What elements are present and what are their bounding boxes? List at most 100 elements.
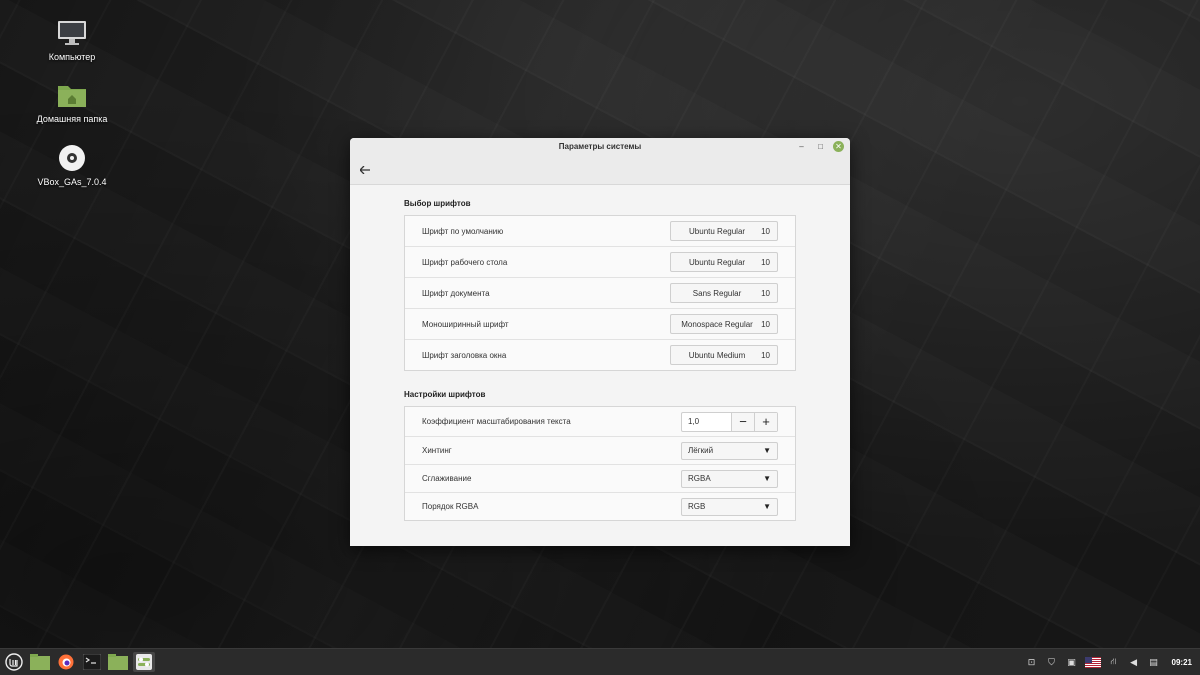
rgba-order-dropdown[interactable]: RGB ▼ [681,497,778,516]
row-label: Шрифт заголовка окна [422,350,507,360]
us-flag-icon [1084,656,1101,668]
desktop-icon-home-folder[interactable]: Домашняя папка [27,80,117,124]
desktop-icon-label: Компьютер [48,52,96,62]
back-button[interactable] [358,163,372,177]
tray-clipboard[interactable]: ▤ [1146,654,1162,670]
hinting-dropdown[interactable]: Лёгкий ▼ [681,441,778,460]
taskbar-firefox[interactable] [55,652,77,672]
settings-icon [136,654,152,670]
font-row-monospace: Моноширинный шрифт Monospace Regular 10 [405,309,795,340]
dropdown-value: RGBA [688,474,711,483]
row-label: Шрифт рабочего стола [422,257,508,267]
text-scale-row: Коэффициент масштабирования текста 1,0 −… [405,407,795,437]
font-size: 10 [761,350,770,360]
shield-icon: ⛉ [1048,656,1055,667]
font-name: Ubuntu Medium [688,350,746,360]
tray-shield[interactable]: ⛉ [1044,654,1060,670]
desktop-font-button[interactable]: Ubuntu Regular 10 [670,252,778,272]
tray-update[interactable]: ▣ [1064,654,1080,670]
row-label: Порядок RGBA [422,502,479,511]
close-icon: ✕ [835,142,842,151]
section-title-font-selection: Выбор шрифтов [404,199,471,208]
font-name: Ubuntu Regular [689,257,746,267]
desktop-icon-label: Домашняя папка [36,114,108,124]
settings-content: Выбор шрифтов Шрифт по умолчанию Ubuntu … [350,185,850,521]
maximize-icon: □ [818,142,823,151]
tray-item-1[interactable]: ⊡ [1024,654,1040,670]
dropdown-arrow-icon: ▼ [763,446,771,455]
section-title-font-settings: Настройки шрифтов [404,390,486,399]
taskbar-terminal[interactable] [81,652,103,672]
font-row-default: Шрифт по умолчанию Ubuntu Regular 10 [405,216,795,247]
tray-network[interactable]: ⛙ [1106,654,1122,670]
desktop-icon-disc[interactable]: VBox_GAs_7.0.4 [27,143,117,187]
taskbar-show-desktop[interactable] [29,652,51,672]
window-headerbar [350,155,850,185]
dropdown-value: Лёгкий [688,446,714,455]
update-icon: ▣ [1067,656,1076,667]
disc-icon [57,143,87,173]
arrow-left-icon [360,166,370,174]
decrease-button[interactable]: − [731,412,754,431]
minimize-icon: ‒ [799,142,804,151]
font-name: Monospace Regular [681,319,753,329]
folder-icon [30,654,50,670]
font-settings-group: Коэффициент масштабирования текста 1,0 −… [404,406,796,521]
folder-icon [108,654,128,670]
row-label: Шрифт по умолчанию [422,226,504,236]
desktop-icon-label: VBox_GAs_7.0.4 [37,177,107,187]
clipboard-icon: ▤ [1149,656,1158,667]
antialiasing-dropdown[interactable]: RGBA ▼ [681,469,778,488]
window-titlebar[interactable]: Параметры системы ‒ □ ✕ [350,138,850,155]
row-label: Коэффициент масштабирования текста [422,417,571,426]
computer-icon [57,18,87,48]
rgba-order-row: Порядок RGBA RGB ▼ [405,493,795,520]
dropdown-value: RGB [688,502,706,511]
terminal-icon [83,654,101,670]
dropdown-arrow-icon: ▼ [763,502,771,511]
font-size: 10 [761,226,770,236]
window-title: Параметры системы [558,142,642,151]
hinting-row: Хинтинг Лёгкий ▼ [405,437,795,465]
home-folder-icon [57,80,87,110]
system-tray: ⊡ ⛉ ▣ ⛙ ◀ ▤ 09:21 [1024,649,1200,675]
text-scale-input[interactable]: 1,0 [682,413,731,431]
document-font-button[interactable]: Sans Regular 10 [670,283,778,303]
row-label: Хинтинг [422,446,452,455]
network-icon: ⛙ [1110,656,1117,666]
font-name: Ubuntu Regular [689,226,746,236]
taskbar-files[interactable] [107,652,129,672]
taskbar-system-settings[interactable] [133,652,155,672]
plus-icon: + [762,414,770,429]
minus-icon: − [739,414,747,429]
font-size: 10 [761,257,770,267]
row-label: Шрифт документа [422,288,490,298]
maximize-button[interactable]: □ [815,141,826,152]
font-row-document: Шрифт документа Sans Regular 10 [405,278,795,309]
close-button[interactable]: ✕ [833,141,844,152]
font-selection-group: Шрифт по умолчанию Ubuntu Regular 10 Шри… [404,215,796,371]
font-row-window-title: Шрифт заголовка окна Ubuntu Medium 10 [405,340,795,370]
minimize-button[interactable]: ‒ [796,141,807,152]
info-icon: ⊡ [1027,656,1036,667]
antialiasing-row: Сглаживание RGBA ▼ [405,465,795,493]
tray-volume[interactable]: ◀ [1126,654,1142,670]
window-title-font-button[interactable]: Ubuntu Medium 10 [670,345,778,365]
system-settings-window: Параметры системы ‒ □ ✕ Выбор шрифтов Шр… [350,138,850,546]
firefox-icon [58,654,74,670]
tray-keyboard-layout[interactable] [1084,654,1102,670]
default-font-button[interactable]: Ubuntu Regular 10 [670,221,778,241]
mint-logo-icon [5,653,23,671]
desktop-icon-computer[interactable]: Компьютер [27,18,117,62]
clock[interactable]: 09:21 [1172,658,1192,667]
font-row-desktop: Шрифт рабочего стола Ubuntu Regular 10 [405,247,795,278]
row-label: Моноширинный шрифт [422,319,509,329]
dropdown-arrow-icon: ▼ [763,474,771,483]
text-scale-stepper: 1,0 − + [681,411,778,432]
volume-icon: ◀ [1130,656,1137,667]
font-name: Sans Regular [692,288,742,298]
taskbar: ⊡ ⛉ ▣ ⛙ ◀ ▤ 09:21 [0,648,1200,675]
menu-button[interactable] [3,652,25,672]
monospace-font-button[interactable]: Monospace Regular 10 [670,314,778,334]
increase-button[interactable]: + [754,412,777,431]
